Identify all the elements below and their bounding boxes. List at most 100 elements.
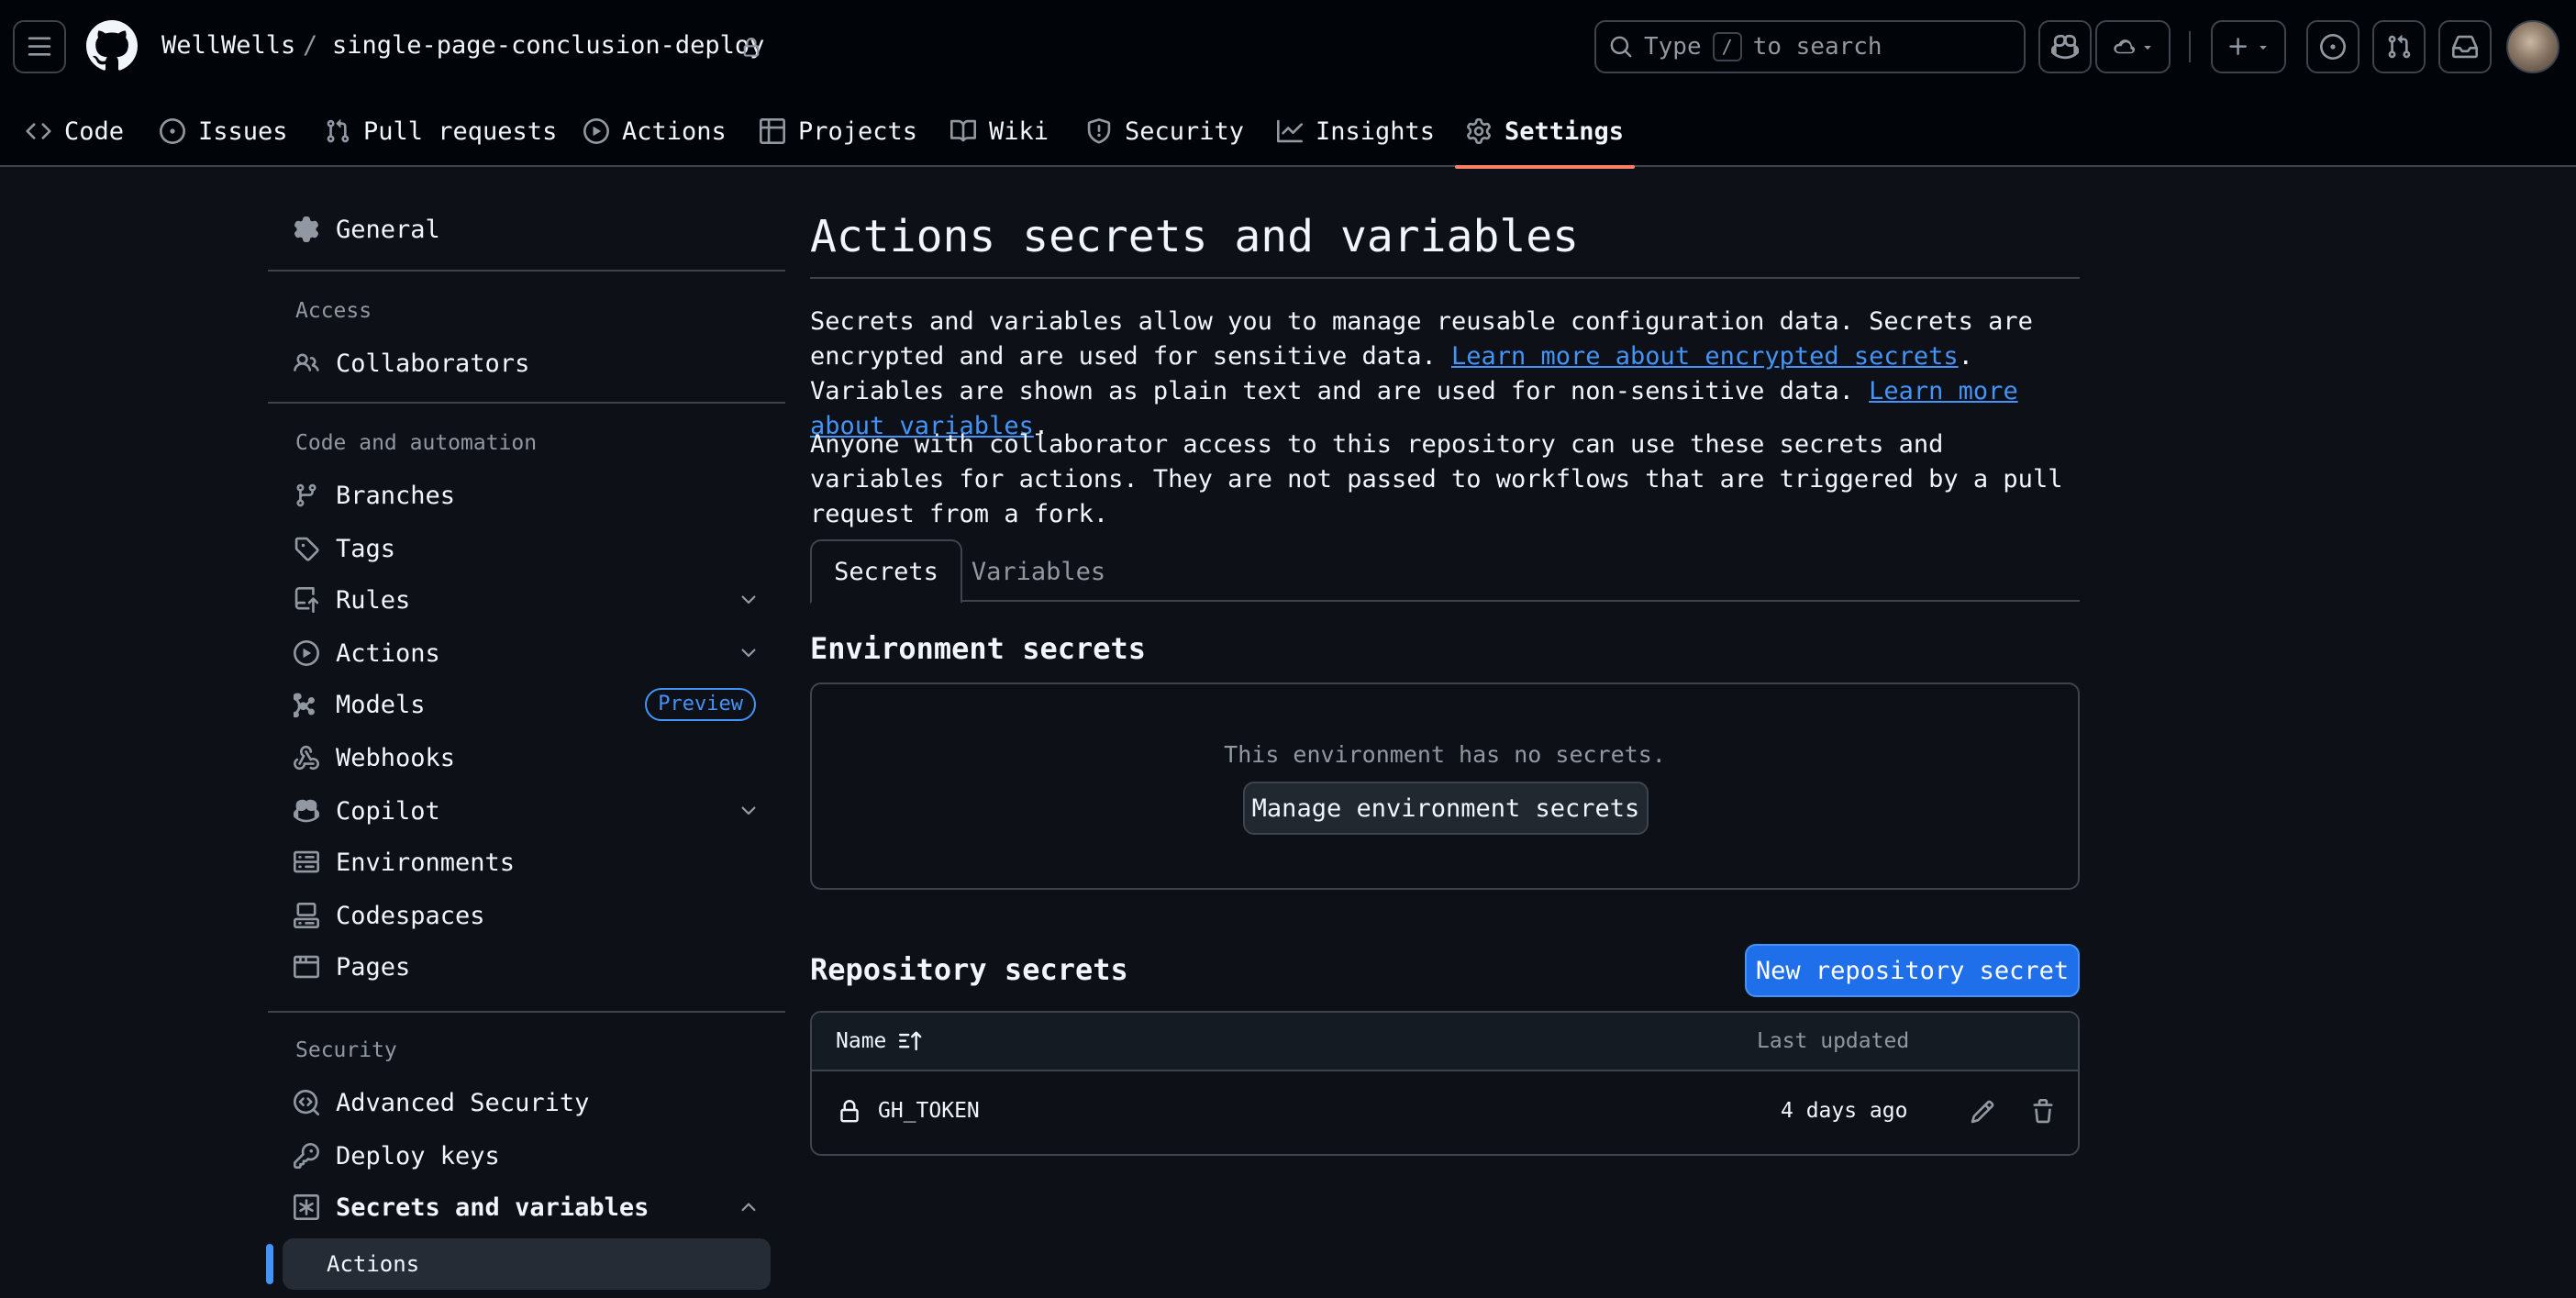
sidebar-item-rules[interactable]: Rules — [283, 574, 771, 626]
tab-secrets[interactable]: Secrets — [810, 539, 962, 604]
sidebar-item-environments[interactable]: Environments — [283, 837, 771, 888]
sidebar-item-label: Pages — [336, 952, 411, 982]
repo-push-icon — [294, 587, 319, 613]
play-icon — [294, 640, 319, 666]
inbox-button[interactable] — [2438, 20, 2492, 73]
sidebar-item-label: Deploy keys — [336, 1141, 500, 1170]
gear-icon — [294, 216, 318, 242]
tab-label: Wiki — [989, 116, 1049, 146]
sidebar-item-label: Secrets and variables — [336, 1193, 650, 1222]
pull-requests-button[interactable] — [2372, 20, 2426, 73]
environment-secrets-heading: Environment secrets — [810, 631, 1147, 666]
menu-button[interactable] — [13, 20, 66, 73]
header-divider — [2189, 31, 2191, 62]
title-divider — [810, 277, 2080, 279]
tab-label: Pull requests — [363, 116, 558, 146]
tab-actions[interactable]: Actions — [583, 95, 727, 167]
tab-variables[interactable]: Variables — [962, 539, 1115, 604]
sidebar-item-collaborators[interactable]: Collaborators — [283, 338, 771, 389]
new-repository-secret-button[interactable]: New repository secret — [1745, 944, 2080, 997]
tab-settings[interactable]: Settings — [1455, 95, 1636, 169]
webhook-icon — [294, 745, 319, 771]
sidebar-item-label: Webhooks — [336, 743, 456, 772]
user-avatar[interactable] — [2506, 20, 2559, 73]
intro-paragraph: Secrets and variables allow you to manag… — [810, 305, 2080, 444]
sidebar-item-copilot[interactable]: Copilot — [283, 785, 771, 837]
sidebar-item-branches[interactable]: Branches — [283, 470, 771, 521]
secrets-variables-tabs: Secrets Variables — [810, 539, 2080, 604]
sidebar-item-models[interactable]: Models Preview — [283, 679, 771, 730]
sidebar-divider — [268, 270, 785, 272]
cloud-menu-button[interactable] — [2095, 20, 2171, 73]
tab-projects[interactable]: Projects — [760, 95, 917, 167]
tab-code[interactable]: Code — [26, 95, 124, 167]
copilot-icon — [294, 799, 319, 823]
sidebar-heading-code-automation: Code and automation — [295, 431, 538, 455]
pencil-icon — [1971, 1100, 1994, 1124]
server-icon — [294, 850, 319, 873]
inbox-icon — [2452, 35, 2478, 59]
copilot-icon — [2051, 34, 2079, 60]
sidebar-item-actions[interactable]: Actions — [283, 627, 771, 679]
search-placeholder-prefix: Type — [1644, 33, 1702, 61]
key-icon — [294, 1143, 319, 1169]
github-logo-icon[interactable] — [86, 20, 138, 72]
asterisk-icon — [294, 1194, 319, 1220]
tab-label: Insights — [1316, 116, 1436, 146]
issue-opened-icon — [2320, 34, 2346, 60]
tab-security[interactable]: Security — [1086, 95, 1244, 167]
browser-icon — [294, 955, 319, 979]
sidebar-item-pages[interactable]: Pages — [283, 941, 771, 993]
secret-last-updated: 4 days ago — [1781, 1099, 1908, 1123]
chevron-down-icon — [2144, 46, 2151, 50]
manage-environment-secrets-button[interactable]: Manage environment secrets — [1243, 782, 1649, 835]
button-label: New repository secret — [1755, 956, 2070, 985]
sidebar-item-label: Advanced Security — [336, 1088, 590, 1117]
git-pull-request-icon — [327, 119, 350, 143]
sidebar-item-advanced-security[interactable]: Advanced Security — [283, 1077, 771, 1128]
active-item-indicator — [266, 1244, 273, 1284]
codescan-icon — [294, 1090, 319, 1115]
search-placeholder-suffix: to search — [1752, 33, 1882, 61]
tab-pull-requests[interactable]: Pull requests — [325, 95, 557, 167]
search-input[interactable]: Type / to search — [1594, 20, 2026, 73]
chevron-down-icon — [2260, 46, 2267, 50]
sidebar-heading-security: Security — [295, 1038, 397, 1062]
delete-secret-button[interactable] — [2023, 1092, 2063, 1132]
tab-insights[interactable]: Insights — [1277, 95, 1435, 167]
access-note: Anyone with collaborator access to this … — [810, 430, 2063, 528]
tab-label: Projects — [798, 116, 918, 146]
lock-icon — [743, 38, 760, 57]
table-icon — [760, 118, 785, 144]
selected-tab-indicator — [1455, 165, 1636, 169]
sidebar-heading-access: Access — [295, 299, 372, 323]
sidebar-item-deploy-keys[interactable]: Deploy keys — [283, 1130, 771, 1182]
tab-issues[interactable]: Issues — [160, 95, 288, 167]
sidebar-item-tags[interactable]: Tags — [283, 523, 771, 574]
tab-wiki[interactable]: Wiki — [950, 95, 1049, 167]
hamburger-icon — [28, 37, 51, 56]
shield-icon — [1087, 118, 1111, 144]
sidebar-subitem-actions[interactable]: Actions — [283, 1238, 771, 1290]
sidebar-item-general[interactable]: General — [283, 204, 771, 255]
book-icon — [950, 119, 976, 142]
name-column-header[interactable]: Name — [836, 1029, 925, 1053]
repository-secrets-table: Name Last updated GH_TOKEN 4 days ago — [810, 1011, 2080, 1156]
create-new-button[interactable] — [2211, 20, 2286, 73]
copilot-button[interactable] — [2038, 20, 2092, 73]
sidebar-item-label: Models — [336, 690, 426, 719]
edit-secret-button[interactable] — [1962, 1092, 2003, 1132]
ai-model-icon — [294, 693, 315, 717]
encrypted-secrets-link[interactable]: Learn more about encrypted secrets — [1451, 342, 1959, 371]
sidebar-item-webhooks[interactable]: Webhooks — [283, 732, 771, 783]
repo-name-link[interactable]: single-page-conclusion-deploy — [332, 31, 764, 60]
sidebar-item-codespaces[interactable]: Codespaces — [283, 890, 771, 941]
graph-icon — [1277, 119, 1303, 143]
sort-asc-icon — [899, 1031, 922, 1051]
codespaces-icon — [294, 903, 319, 928]
sidebar-item-secrets-and-variables[interactable]: Secrets and variables — [283, 1182, 771, 1233]
sidebar-divider — [268, 402, 785, 404]
repo-owner-link[interactable]: WellWells — [161, 31, 295, 60]
issues-button[interactable] — [2306, 20, 2359, 73]
empty-state-text: This environment has no secrets. — [1224, 741, 1666, 768]
